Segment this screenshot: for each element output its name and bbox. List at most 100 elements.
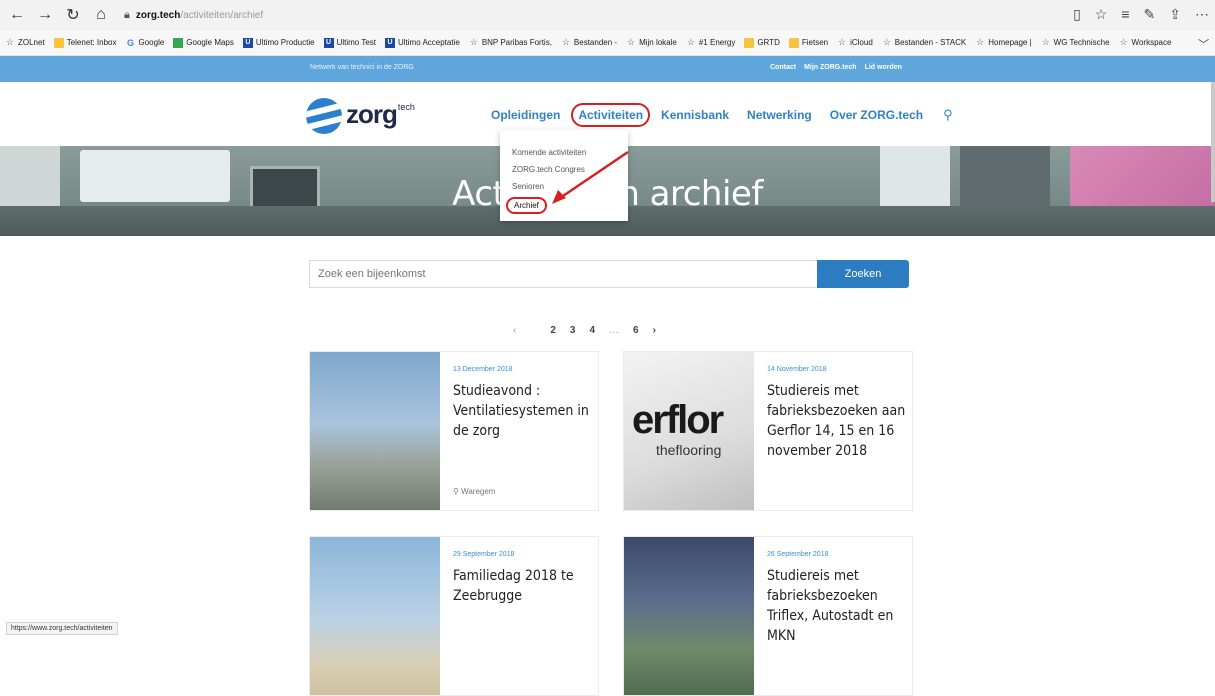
folder-icon	[789, 38, 799, 48]
bookmark-item[interactable]: ☆iCloud	[837, 38, 873, 48]
flag-sub: theflooring	[656, 442, 721, 458]
event-card[interactable]: 29 September 2018 Familiedag 2018 te Zee…	[309, 536, 599, 696]
dropdown-item-archief[interactable]: Archief	[506, 197, 547, 214]
star-icon: ☆	[561, 38, 571, 48]
pager-page-4[interactable]: 4	[589, 325, 595, 336]
pagination: ‹ 2 3 4 … 6 ›	[513, 325, 656, 336]
event-card[interactable]: erflor theflooring 14 November 2018 Stud…	[623, 351, 913, 511]
bookmark-item[interactable]: Telenet: Inbox	[54, 38, 117, 48]
bookmark-item[interactable]: GRTD	[744, 38, 780, 48]
bookmark-label: Homepage |	[988, 38, 1031, 47]
forward-icon[interactable]: →	[34, 4, 56, 26]
notes-icon[interactable]: ✎	[1144, 6, 1156, 23]
bookmark-item[interactable]: ☆Homepage |	[975, 38, 1031, 48]
more-icon[interactable]: ⋯	[1195, 6, 1209, 23]
nav-netwerking[interactable]: Netwerking	[747, 108, 812, 122]
pager-next[interactable]: ›	[653, 325, 656, 336]
nav-activiteiten[interactable]: Activiteiten	[571, 103, 650, 127]
star-icon: ☆	[5, 38, 15, 48]
share-icon[interactable]: ⇪	[1169, 6, 1181, 23]
url-path: /activiteiten/archief	[180, 10, 263, 21]
bookmark-label: Google Maps	[186, 38, 234, 47]
favorite-star-icon[interactable]: ☆	[1095, 6, 1108, 23]
pager-page-last[interactable]: 6	[633, 325, 639, 336]
bookmark-label: Ultimo Test	[337, 38, 376, 47]
nav-over-zorgtech[interactable]: Over ZORG.tech	[830, 108, 923, 122]
bookmark-label: Workspace	[1132, 38, 1172, 47]
event-image	[624, 537, 754, 696]
pager-prev[interactable]: ‹	[513, 325, 516, 336]
nav-opleidingen[interactable]: Opleidingen	[491, 108, 560, 122]
bookmark-item[interactable]: GGoogle	[126, 38, 165, 48]
star-icon: ☆	[882, 38, 892, 48]
search-row: Zoeken	[309, 260, 909, 288]
bookmark-label: WG Technische	[1054, 38, 1110, 47]
bookmarks-overflow-icon[interactable]: ﹀	[1198, 36, 1209, 52]
bookmark-item[interactable]: ☆WG Technische	[1041, 38, 1110, 48]
event-image	[310, 352, 440, 511]
folder-icon	[54, 38, 64, 48]
nav-kennisbank[interactable]: Kennisbank	[661, 108, 729, 122]
logo-sup: tech	[398, 102, 415, 112]
bookmark-label: Bestanden - STACK	[895, 38, 966, 47]
refresh-icon[interactable]: ↻	[62, 4, 84, 26]
bookmark-item[interactable]: ☆Workspace	[1119, 38, 1172, 48]
bookmark-label: #1 Energy	[699, 38, 735, 47]
star-icon: ☆	[686, 38, 696, 48]
hub-icon[interactable]: ≡	[1121, 6, 1129, 23]
event-date: 14 November 2018	[767, 366, 907, 373]
reading-view-icon[interactable]: ▯	[1073, 6, 1081, 23]
event-title[interactable]: Studiereis met fabrieksbezoeken Triflex,…	[767, 566, 907, 646]
status-bar-url: https://www.zorg.tech/activiteiten	[6, 622, 118, 635]
bookmark-item[interactable]: UUltimo Acceptatie	[385, 38, 460, 48]
event-location: ⚲ Waregem	[453, 487, 495, 496]
bookmark-item[interactable]: Fietsen	[789, 38, 828, 48]
become-member-link[interactable]: Lid worden	[865, 64, 902, 71]
ultimo-icon: U	[324, 38, 334, 48]
bookmark-item[interactable]: UUltimo Productie	[243, 38, 315, 48]
contact-link[interactable]: Contact	[770, 64, 796, 71]
bookmark-item[interactable]: Google Maps	[173, 38, 234, 48]
event-location-text: Waregem	[461, 487, 495, 496]
event-date: 26 September 2018	[767, 551, 907, 558]
event-card[interactable]: 26 September 2018 Studiereis met fabriek…	[623, 536, 913, 696]
bookmark-item[interactable]: ☆ZOLnet	[5, 38, 45, 48]
bookmark-item[interactable]: ☆Bestanden -	[561, 38, 617, 48]
bookmark-item[interactable]: UUltimo Test	[324, 38, 376, 48]
bookmark-label: Mijn lokale	[639, 38, 677, 47]
pager-page-3[interactable]: 3	[570, 325, 576, 336]
event-title[interactable]: Studiereis met fabrieksbezoeken aan Gerf…	[767, 381, 907, 461]
star-icon: ☆	[469, 38, 479, 48]
search-input[interactable]	[309, 260, 817, 288]
event-title[interactable]: Familiedag 2018 te Zeebrugge	[453, 566, 593, 606]
event-card[interactable]: 13 December 2018 Studieavond : Ventilati…	[309, 351, 599, 511]
pager-page-2[interactable]: 2	[550, 325, 556, 336]
bookmark-item[interactable]: ☆Mijn lokale	[626, 38, 677, 48]
bookmark-item[interactable]: ☆BNP Paribas Fortis,	[469, 38, 552, 48]
site-logo[interactable]: zorg tech	[306, 98, 415, 134]
page-scrollbar[interactable]	[1211, 82, 1215, 202]
my-account-link[interactable]: Mijn ZORG.tech	[804, 64, 857, 71]
bookmark-label: GRTD	[757, 38, 780, 47]
star-icon: ☆	[1041, 38, 1051, 48]
url-host: zorg.tech	[136, 10, 180, 21]
star-icon: ☆	[837, 38, 847, 48]
home-icon[interactable]: ⌂	[90, 4, 112, 26]
logo-swirl-icon	[306, 98, 342, 134]
location-pin-icon: ⚲	[453, 487, 459, 496]
search-icon[interactable]: ⚲	[943, 107, 953, 123]
bookmark-item[interactable]: ☆Bestanden - STACK	[882, 38, 966, 48]
search-button[interactable]: Zoeken	[817, 260, 909, 288]
flag-word: erflor	[632, 398, 722, 443]
browser-toolbar: ← → ↻ ⌂ 🔒︎ zorg.tech /activiteiten/archi…	[0, 0, 1215, 30]
star-icon: ☆	[1119, 38, 1129, 48]
bookmark-item[interactable]: ☆#1 Energy	[686, 38, 735, 48]
annotation-arrow	[548, 148, 638, 208]
event-image: erflor theflooring	[624, 352, 754, 511]
bookmark-label: Bestanden -	[574, 38, 617, 47]
main-nav: Opleidingen Activiteiten Kennisbank Netw…	[491, 107, 953, 123]
event-title[interactable]: Studieavond : Ventilatiesystemen in de z…	[453, 381, 593, 441]
lock-icon: 🔒︎	[124, 9, 130, 22]
address-bar[interactable]: 🔒︎ zorg.tech /activiteiten/archief	[124, 9, 263, 22]
back-icon[interactable]: ←	[6, 4, 28, 26]
